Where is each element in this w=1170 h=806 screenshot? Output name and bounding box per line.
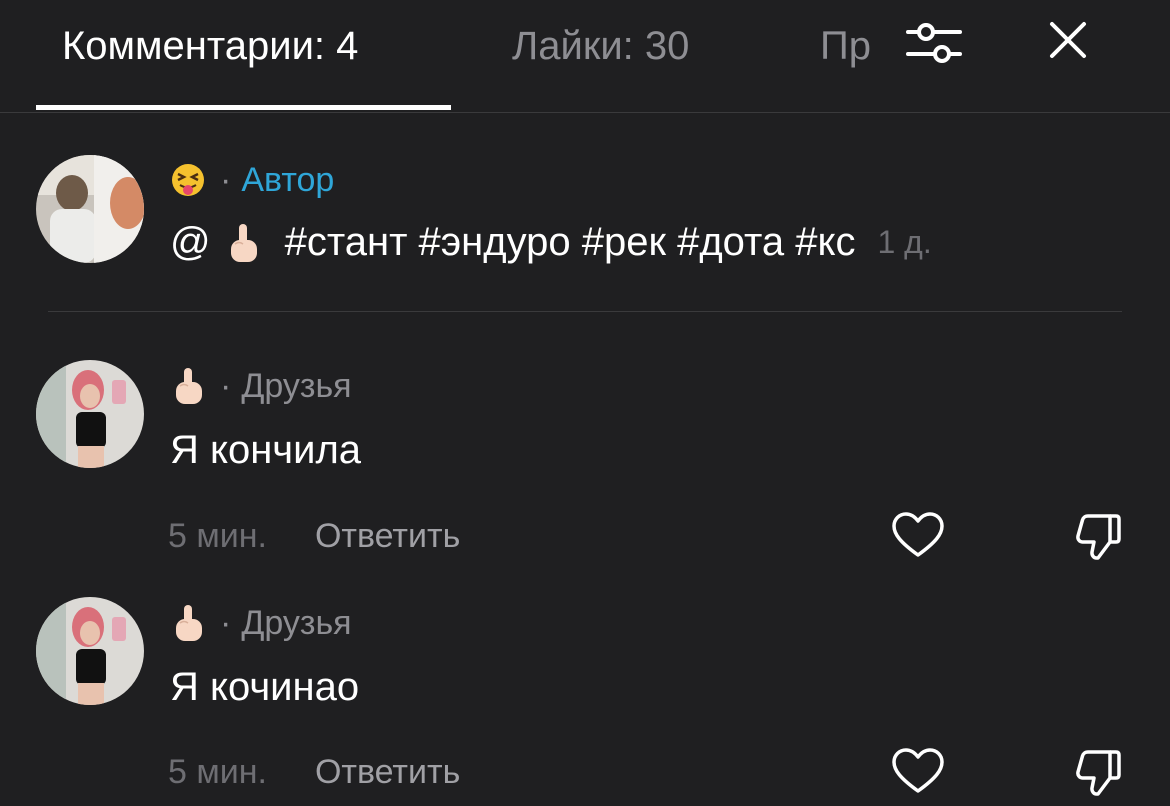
middle-finger-emoji-icon (170, 366, 206, 406)
reply-button[interactable]: Ответить (315, 517, 460, 555)
friends-badge: Друзья (241, 367, 352, 405)
avatar[interactable] (36, 597, 144, 705)
comment-actions: 5 мин. Ответить (168, 516, 460, 556)
avatar[interactable] (36, 360, 144, 468)
squint-tongue-emoji-icon (170, 160, 206, 200)
reply-button[interactable]: Ответить (315, 753, 460, 791)
filter-sliders-icon (906, 23, 962, 63)
dislike-button[interactable] (1070, 508, 1126, 564)
comment-time: 5 мин. (168, 753, 267, 791)
friends-badge: Друзья (241, 604, 352, 642)
like-button[interactable] (890, 508, 946, 564)
tab-comments[interactable]: Комментарии: 4 (62, 22, 358, 70)
author-badge: Автор (241, 161, 335, 199)
comment-time: 1 д. (877, 224, 932, 260)
separator-dot: · (220, 604, 232, 642)
comment-meta: · Друзья (170, 603, 352, 643)
avatar-photo (36, 597, 144, 705)
middle-finger-emoji-icon (225, 222, 261, 262)
avatar[interactable] (36, 155, 144, 263)
comments-panel: Комментарии: 4 Лайки: 30 Пр · Автор @ #с… (0, 0, 1170, 806)
middle-finger-emoji-icon (170, 603, 206, 643)
heart-outline-icon (892, 512, 944, 557)
comment-text: Я кочинао (170, 665, 360, 709)
active-tab-indicator (36, 105, 451, 110)
comment-meta: · Друзья (170, 366, 352, 406)
tab-likes[interactable]: Лайки: 30 (512, 22, 689, 70)
comment-meta: · Автор (170, 160, 334, 200)
divider (48, 311, 1122, 312)
separator-dot: · (220, 161, 232, 199)
comment-time: 5 мин. (168, 517, 267, 555)
tab-third[interactable]: Пр (820, 22, 872, 70)
mention-symbol[interactable]: @ (170, 218, 211, 266)
like-button[interactable] (890, 744, 946, 800)
tab-bar: Комментарии: 4 Лайки: 30 Пр (0, 0, 1170, 113)
comment-text: Я кончила (170, 428, 362, 472)
separator-dot: · (220, 367, 232, 405)
avatar-photo (36, 360, 144, 468)
thumbs-down-outline-icon (1076, 750, 1121, 796)
comment-actions: 5 мин. Ответить (168, 752, 460, 792)
avatar-photo (36, 155, 144, 263)
filter-button[interactable] (902, 14, 966, 70)
heart-outline-icon (892, 748, 944, 793)
dislike-button[interactable] (1070, 744, 1126, 800)
comment-text: @ #стант #эндуро #рек #дота #кс 1 д. (170, 218, 932, 266)
thumbs-down-outline-icon (1076, 514, 1121, 560)
hashtags[interactable]: #стант #эндуро #рек #дота #кс (285, 218, 856, 266)
close-button[interactable] (1036, 14, 1100, 70)
close-icon (1050, 22, 1086, 58)
